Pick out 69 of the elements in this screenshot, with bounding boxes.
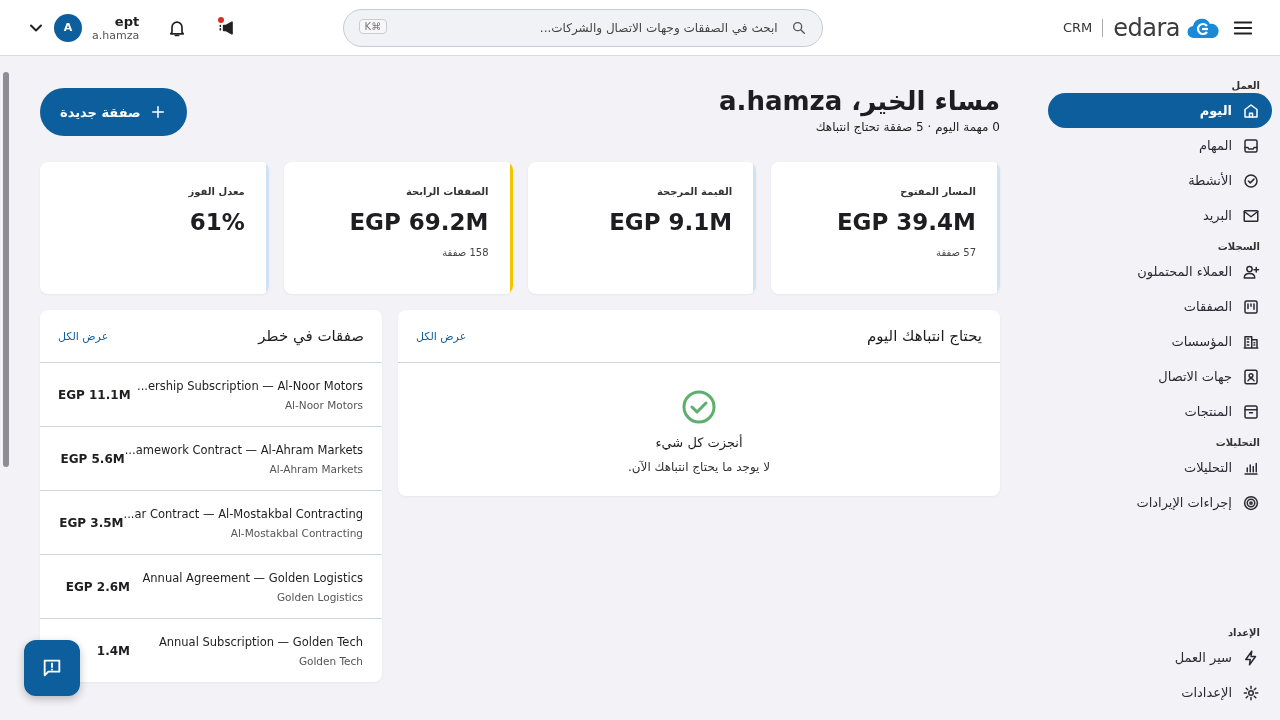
deal-title[interactable]: ...ership Subscription — Al-Noor Motors (137, 378, 363, 393)
stat-value: EGP 39.4M (835, 209, 976, 235)
empty-message: لا يوجد ما يحتاج انتباهك الآن. (627, 460, 771, 474)
panel-title: صفقات في خطر (258, 327, 364, 345)
sidebar-item[interactable]: إجراءات الإيرادات (1048, 485, 1272, 520)
sidebar-item[interactable]: التحليلات (1048, 450, 1272, 485)
contact-card-icon (1242, 367, 1260, 386)
sidebar-item[interactable]: اليوم (1048, 93, 1272, 128)
deal-amount: EGP 11.1M (58, 387, 130, 402)
sidebar-item[interactable]: البريد (1048, 198, 1272, 233)
stat-label: معدل الفوز (187, 186, 245, 197)
new-deal-button[interactable]: صفقة جديدة (40, 88, 187, 136)
stat-value: 61% (188, 209, 245, 235)
scrollbar[interactable] (3, 72, 9, 467)
deal-title[interactable]: ...amework Contract — Al-Ahram Markets (124, 442, 363, 457)
sidebar-section-title: الإعداد (1226, 626, 1261, 640)
search-icon (790, 19, 807, 36)
sidebar-item[interactable]: المنتجات (1048, 394, 1272, 429)
sidebar-item[interactable]: الصفقات (1048, 289, 1272, 324)
sidebar-item[interactable]: العملاء المحتملون (1048, 254, 1272, 289)
deal-amount: EGP 2.6M (64, 579, 130, 594)
stat-label: الصفقات الرابحة (404, 186, 489, 197)
view-all-link[interactable]: عرض الكل (416, 329, 467, 343)
sidebar-item[interactable]: المهام (1048, 128, 1272, 163)
deal-amount: EGP 3.5M (58, 515, 124, 530)
sidebar-item[interactable]: جهات الاتصال (1048, 359, 1272, 394)
sidebar-section-title: التحليلات (1214, 436, 1261, 450)
check-circle-icon (1242, 171, 1260, 190)
chat-alert-icon (41, 657, 63, 679)
check-circle-icon (681, 389, 717, 425)
archive-box-icon (1242, 402, 1260, 421)
product-name: CRM (1062, 20, 1093, 35)
target-icon (1242, 493, 1260, 512)
deal-company: Al-Noor Motors (284, 398, 363, 411)
user-avatar[interactable]: A (54, 13, 82, 42)
home-icon (1242, 101, 1260, 120)
deal-company: Golden Tech (298, 654, 363, 667)
stat-note: 57 صفقة (935, 247, 976, 258)
user-handle: a.hamza (92, 28, 140, 42)
deal-title[interactable]: ...ar Contract — Al-Mostakbal Contracting (123, 506, 363, 521)
sidebar-item[interactable]: المؤسسات (1048, 324, 1272, 359)
deal-amount: 1.4M (95, 643, 130, 658)
board-icon (1242, 297, 1260, 316)
deal-title[interactable]: Annual Agreement — Golden Logistics (142, 570, 363, 585)
stat-label: القيمة المرجحة (655, 186, 733, 197)
sidebar-section-title: العمل (1230, 79, 1261, 93)
deal-company: Al-Ahram Markets (269, 462, 363, 475)
greeting-subtitle: 0 مهمة اليوم · 5 صفقة تحتاج انتباهك (814, 120, 1000, 134)
deal-amount: EGP 5.6M (59, 451, 125, 466)
stat-label: المسار المفتوح (899, 186, 976, 197)
deal-title[interactable]: Annual Subscription — Golden Tech (158, 634, 363, 649)
sidebar-item[interactable]: سير العمل (1048, 640, 1272, 675)
sidebar-section-title: السجلات (1216, 240, 1261, 254)
deal-company: Golden Logistics (277, 590, 363, 603)
feedback-button[interactable] (24, 640, 80, 696)
panel-title: يحتاج انتباهك اليوم (867, 327, 982, 345)
stat-value: EGP 9.1M (608, 209, 733, 235)
deal-company: Al-Mostakbal Contracting (230, 526, 363, 539)
tray-icon (1242, 136, 1260, 155)
empty-title: أنجزت كل شيء (655, 435, 743, 450)
user-name: ept (114, 13, 140, 29)
chevron-down-icon (30, 23, 42, 32)
sidebar-item[interactable]: الإعدادات (1048, 675, 1272, 710)
stat-note: 158 صفقة (441, 247, 489, 258)
stat-value: EGP 69.2M (348, 209, 489, 235)
greeting-title: مساء الخير، a.hamza (718, 86, 1000, 116)
sidebar-item[interactable]: الأنشطة (1048, 163, 1272, 198)
view-all-link[interactable]: عرض الكل (58, 329, 109, 343)
logo-text: edara (1113, 13, 1180, 42)
